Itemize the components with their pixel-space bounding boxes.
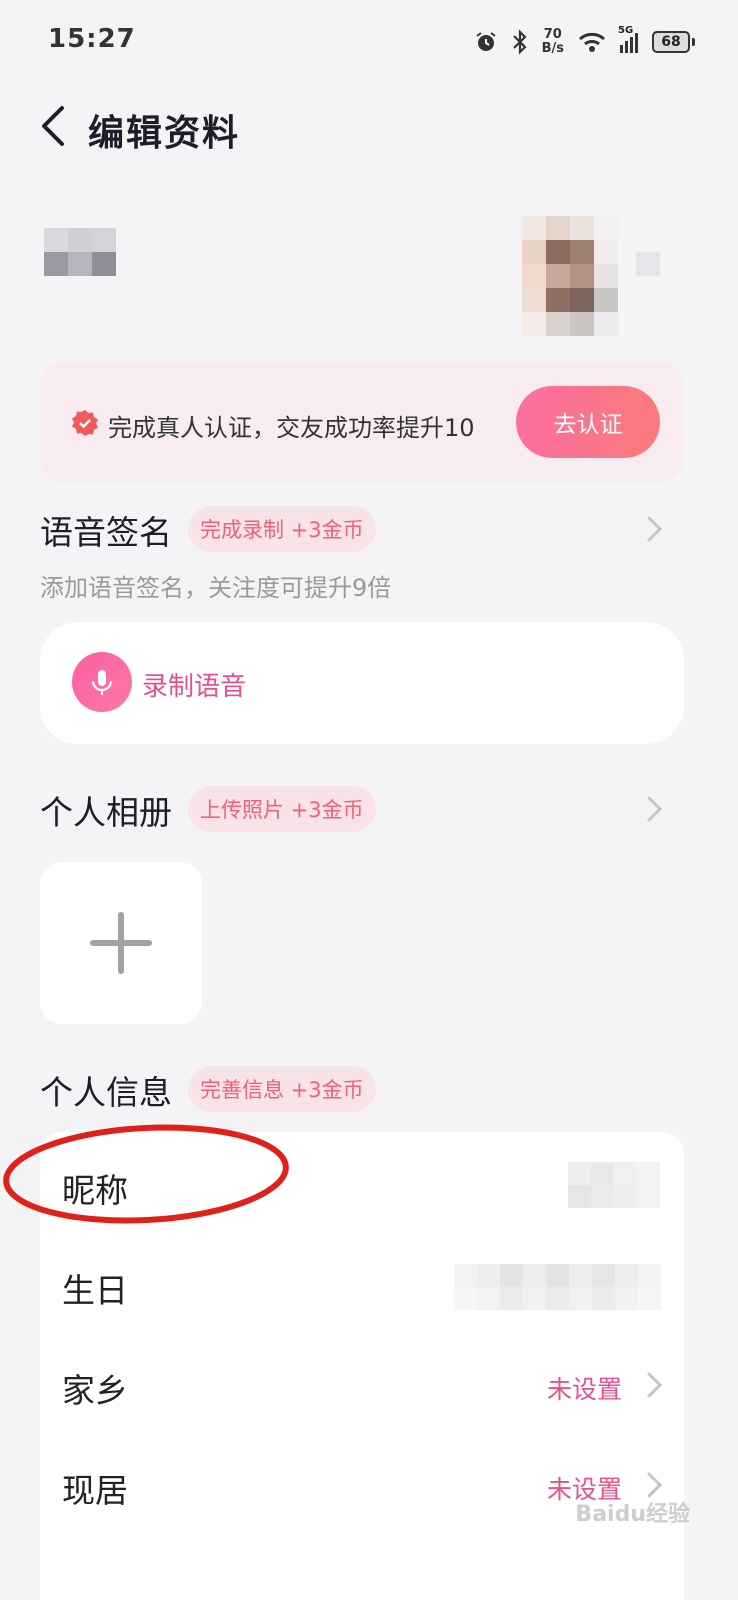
voice-signature-badge: 完成录制 +3金币 [188,506,376,552]
nickname-mosaic [44,228,116,276]
chevron-left-icon [42,106,64,146]
back-button[interactable] [36,104,72,148]
row-label: 家乡 [62,1371,128,1410]
verify-button[interactable]: 去认证 [516,386,660,458]
personal-info-header: 个人信息 完善信息 +3金币 [40,1064,684,1114]
highlight-ellipse [3,1124,289,1224]
status-time: 15:27 [48,24,136,54]
status-icons: 70 B/s 5G 68 [474,24,695,60]
cellular-signal-icon: 5G [618,25,638,53]
plus-icon [90,912,152,974]
avatar[interactable] [522,216,618,336]
chevron-right-icon [647,796,663,822]
album-title: 个人相册 [40,793,172,832]
record-voice-label[interactable]: 录制语音 [142,666,246,703]
row-label: 生日 [62,1271,128,1310]
album-badge: 上传照片 +3金币 [188,786,376,832]
net-speed: 70 B/s [541,27,564,56]
voice-signature-title: 语音签名 [40,513,172,552]
watermark-logo: Baidu经验 [575,1502,690,1527]
verify-banner-text: 完成真人认证，交友成功率提升10 [108,414,475,442]
battery-indicator: 68 [652,31,695,53]
info-row-birthday[interactable]: 生日 [40,1240,684,1332]
birthday-value-mosaic [454,1264,661,1310]
record-voice-card[interactable] [40,622,684,744]
album-header[interactable]: 个人相册 上传照片 +3金币 [40,784,684,834]
nickname-value-mosaic [568,1162,660,1208]
chevron-right-icon [647,516,663,542]
row-value: 未设置 [546,1375,622,1404]
row-label: 现居 [62,1471,128,1510]
add-photo-button[interactable] [40,862,202,1024]
chevron-right-icon [647,1372,663,1398]
voice-signature-header[interactable]: 语音签名 完成录制 +3金币 [40,504,684,554]
bluetooth-icon [512,29,527,55]
personal-info-badge: 完善信息 +3金币 [188,1066,376,1112]
verified-badge-icon [72,410,98,436]
page-title: 编辑资料 [88,113,241,154]
alarm-icon [475,32,496,51]
microphone-icon [91,670,113,695]
avatar-mosaic-edge [636,252,660,276]
voice-signature-subtitle: 添加语音签名，关注度可提升9倍 [40,574,392,602]
personal-info-title: 个人信息 [40,1073,172,1112]
record-voice-button[interactable] [72,652,132,712]
wifi-icon [579,32,605,52]
info-row-hometown[interactable]: 家乡 未设置 [40,1340,684,1432]
